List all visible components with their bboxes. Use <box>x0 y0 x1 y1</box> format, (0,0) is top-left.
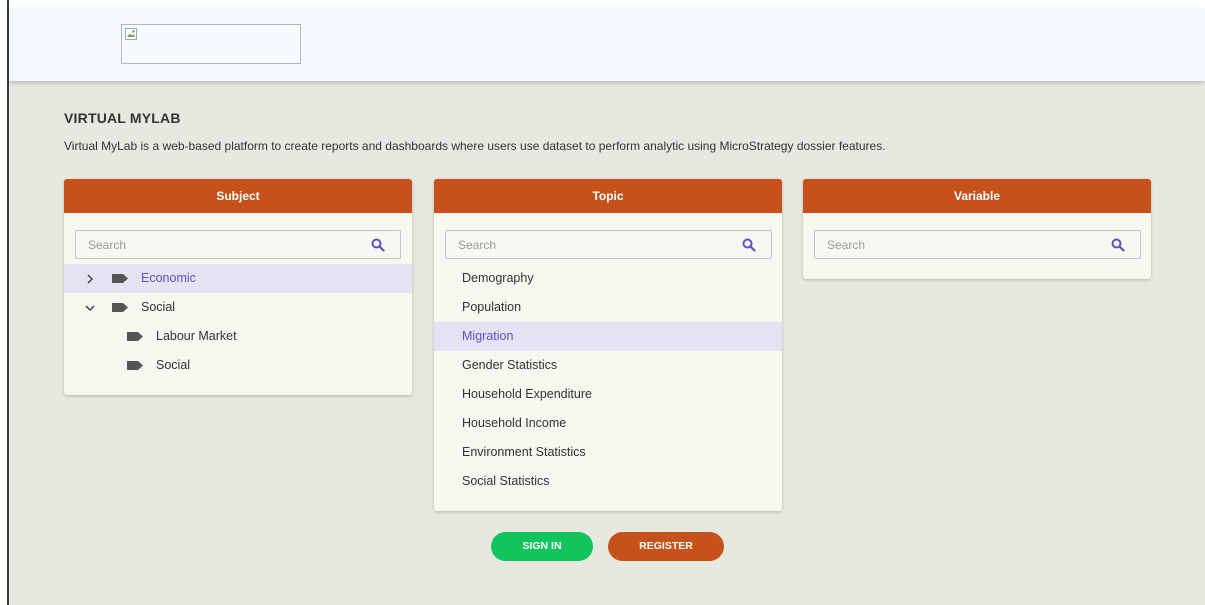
subject-item-label: Labour Market <box>156 329 237 343</box>
tag-icon <box>112 274 128 283</box>
topic-search-input[interactable] <box>446 231 716 258</box>
register-button[interactable]: REGISTER <box>608 532 724 561</box>
topic-item-gender-statistics[interactable]: Gender Statistics <box>434 351 782 380</box>
topic-item-social-statistics[interactable]: Social Statistics <box>434 467 782 496</box>
topic-item-migration[interactable]: Migration <box>434 322 782 351</box>
topic-item-environment-statistics[interactable]: Environment Statistics <box>434 438 782 467</box>
main-content: VIRTUAL MYLAB Virtual MyLab is a web-bas… <box>9 81 1205 605</box>
subject-item-social[interactable]: Social <box>64 293 412 322</box>
tag-icon <box>127 361 143 370</box>
topic-item-population[interactable]: Population <box>434 293 782 322</box>
topic-item-label: Gender Statistics <box>462 358 558 372</box>
subject-item-label: Social <box>141 300 176 314</box>
topic-item-label: Household Expenditure <box>462 387 592 401</box>
variable-search-input[interactable] <box>815 231 1085 258</box>
logo-placeholder[interactable] <box>121 24 301 64</box>
page-title: VIRTUAL MYLAB <box>64 110 181 126</box>
page: VIRTUAL MYLAB Virtual MyLab is a web-bas… <box>0 0 1205 605</box>
topic-item-household-income[interactable]: Household Income <box>434 409 782 438</box>
subject-panel-title: Subject <box>64 179 412 213</box>
subject-item-labour-market[interactable]: Labour Market <box>64 322 412 351</box>
topic-panel: Topic Demography Population Migration Ge… <box>434 179 782 511</box>
subject-item-social-child[interactable]: Social <box>64 351 412 380</box>
topic-item-label: Demography <box>462 271 534 285</box>
topic-search-box <box>445 230 772 259</box>
tag-icon <box>127 332 143 341</box>
subject-item-economic[interactable]: Economic <box>64 264 412 293</box>
variable-panel-title: Variable <box>803 179 1151 213</box>
tag-icon <box>112 303 128 312</box>
subject-panel: Subject Economic <box>64 179 412 395</box>
search-icon[interactable] <box>371 238 385 252</box>
topic-item-label: Social Statistics <box>462 474 550 488</box>
subject-search-input[interactable] <box>76 231 346 258</box>
topic-panel-title: Topic <box>434 179 782 213</box>
topic-item-label: Population <box>462 300 522 314</box>
topic-item-household-expenditure[interactable]: Household Expenditure <box>434 380 782 409</box>
search-icon[interactable] <box>742 238 756 252</box>
subject-item-label: Social <box>156 358 191 372</box>
chevron-right-icon[interactable] <box>84 273 96 285</box>
subject-search-box <box>75 230 401 259</box>
sign-in-button[interactable]: SIGN IN <box>491 532 593 561</box>
topic-item-demography[interactable]: Demography <box>434 264 782 293</box>
variable-panel: Variable <box>803 179 1151 279</box>
topic-item-label: Household Income <box>462 416 567 430</box>
variable-search-box <box>814 230 1141 259</box>
broken-image-icon <box>125 28 137 40</box>
page-description: Virtual MyLab is a web-based platform to… <box>64 139 886 153</box>
topic-item-label: Environment Statistics <box>462 445 586 459</box>
subject-item-label: Economic <box>141 271 196 285</box>
chevron-down-icon[interactable] <box>84 302 96 314</box>
search-icon[interactable] <box>1111 238 1125 252</box>
topic-item-label: Migration <box>462 329 514 343</box>
top-header <box>9 8 1205 81</box>
